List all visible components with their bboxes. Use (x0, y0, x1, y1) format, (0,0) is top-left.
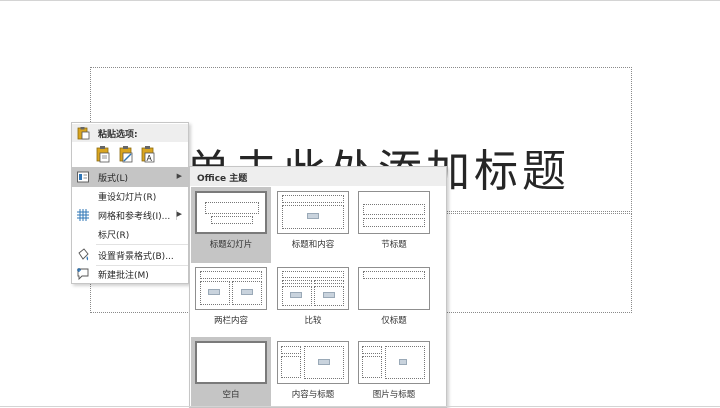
theme-name-label: Office 主题 (197, 174, 248, 184)
paste-picture-icon[interactable] (118, 145, 134, 163)
menu-item-layout[interactable]: 版式(L) ▶ (72, 167, 188, 187)
menu-item-label: 重设幻灯片(R) (98, 193, 157, 203)
format-background-icon (78, 248, 89, 261)
menu-item-label: 版式(L) (98, 174, 129, 184)
menu-item-format-background[interactable]: 设置背景格式(B)... (72, 245, 188, 265)
paste-options-row: A (94, 143, 184, 165)
layout-thumbnail (358, 341, 430, 384)
layout-thumbnail (277, 191, 349, 234)
layout-caption: 内容与标题 (291, 390, 335, 400)
submenu-arrow-icon: ▶ (176, 172, 182, 180)
layout-title-and-content[interactable]: 标题和内容 (273, 187, 353, 263)
layout-submenu-header: Office 主题 (190, 167, 446, 186)
paste-text-only-icon[interactable]: A (140, 145, 156, 163)
bottom-border (0, 406, 720, 407)
menu-item-label: 网格和参考线(I)... (98, 212, 171, 222)
layout-caption: 两栏内容 (213, 316, 248, 326)
layout-thumbnail (358, 191, 430, 234)
menu-item-grid-guides[interactable]: 网格和参考线(I)... ▶ (72, 205, 188, 225)
layout-submenu: Office 主题 标题幻灯片 标题和内容 节标题 两栏内容 比较 仅标题 空白… (189, 166, 447, 408)
menu-item-ruler[interactable]: 标尺(R) (72, 224, 188, 244)
layout-caption: 标题和内容 (291, 240, 335, 250)
top-border (0, 0, 720, 1)
layout-caption: 标题幻灯片 (209, 240, 253, 250)
layout-caption: 节标题 (381, 240, 407, 250)
layout-two-content[interactable]: 两栏内容 (191, 263, 271, 339)
new-comment-icon (77, 268, 89, 281)
layout-thumbnail (195, 191, 267, 234)
layout-caption: 图片与标题 (372, 390, 416, 400)
submenu-arrow-icon: ▶ (176, 210, 182, 218)
clipboard-icon (77, 127, 90, 140)
menu-item-reset-slide[interactable]: 重设幻灯片(R) (72, 186, 188, 206)
layout-thumbnail (358, 267, 430, 310)
layout-title-slide[interactable]: 标题幻灯片 (191, 187, 271, 263)
menu-item-label: 新建批注(M) (98, 271, 149, 281)
layout-section-header[interactable]: 节标题 (354, 187, 434, 263)
layout-thumbnail (277, 267, 349, 310)
layout-icon (77, 171, 89, 183)
menu-item-label: 设置背景格式(B)... (98, 252, 174, 262)
menu-item-new-comment[interactable]: 新建批注(M) (72, 264, 188, 284)
layout-caption: 空白 (222, 390, 240, 400)
layout-blank[interactable]: 空白 (191, 337, 271, 408)
menu-item-label: 标尺(R) (98, 231, 130, 241)
layout-content-with-caption[interactable]: 内容与标题 (273, 337, 353, 408)
paste-options-header: 粘贴选项: (72, 124, 188, 142)
grid-icon (77, 209, 89, 221)
layout-caption: 仅标题 (381, 316, 407, 326)
paste-options-label: 粘贴选项: (98, 130, 138, 140)
layout-comparison[interactable]: 比较 (273, 263, 353, 339)
context-menu: 粘贴选项: A 版式(L) ▶ 重设幻灯片(R) 网格和参考线(I)... ▶ … (71, 122, 189, 284)
layout-thumbnail (277, 341, 349, 384)
svg-text:A: A (147, 154, 153, 163)
layout-caption: 比较 (304, 316, 322, 326)
layout-thumbnail (195, 267, 267, 310)
layout-title-only[interactable]: 仅标题 (354, 263, 434, 339)
layout-picture-with-caption[interactable]: 图片与标题 (354, 337, 434, 408)
layout-thumbnail (195, 341, 267, 384)
paste-keep-source-icon[interactable] (95, 145, 111, 163)
